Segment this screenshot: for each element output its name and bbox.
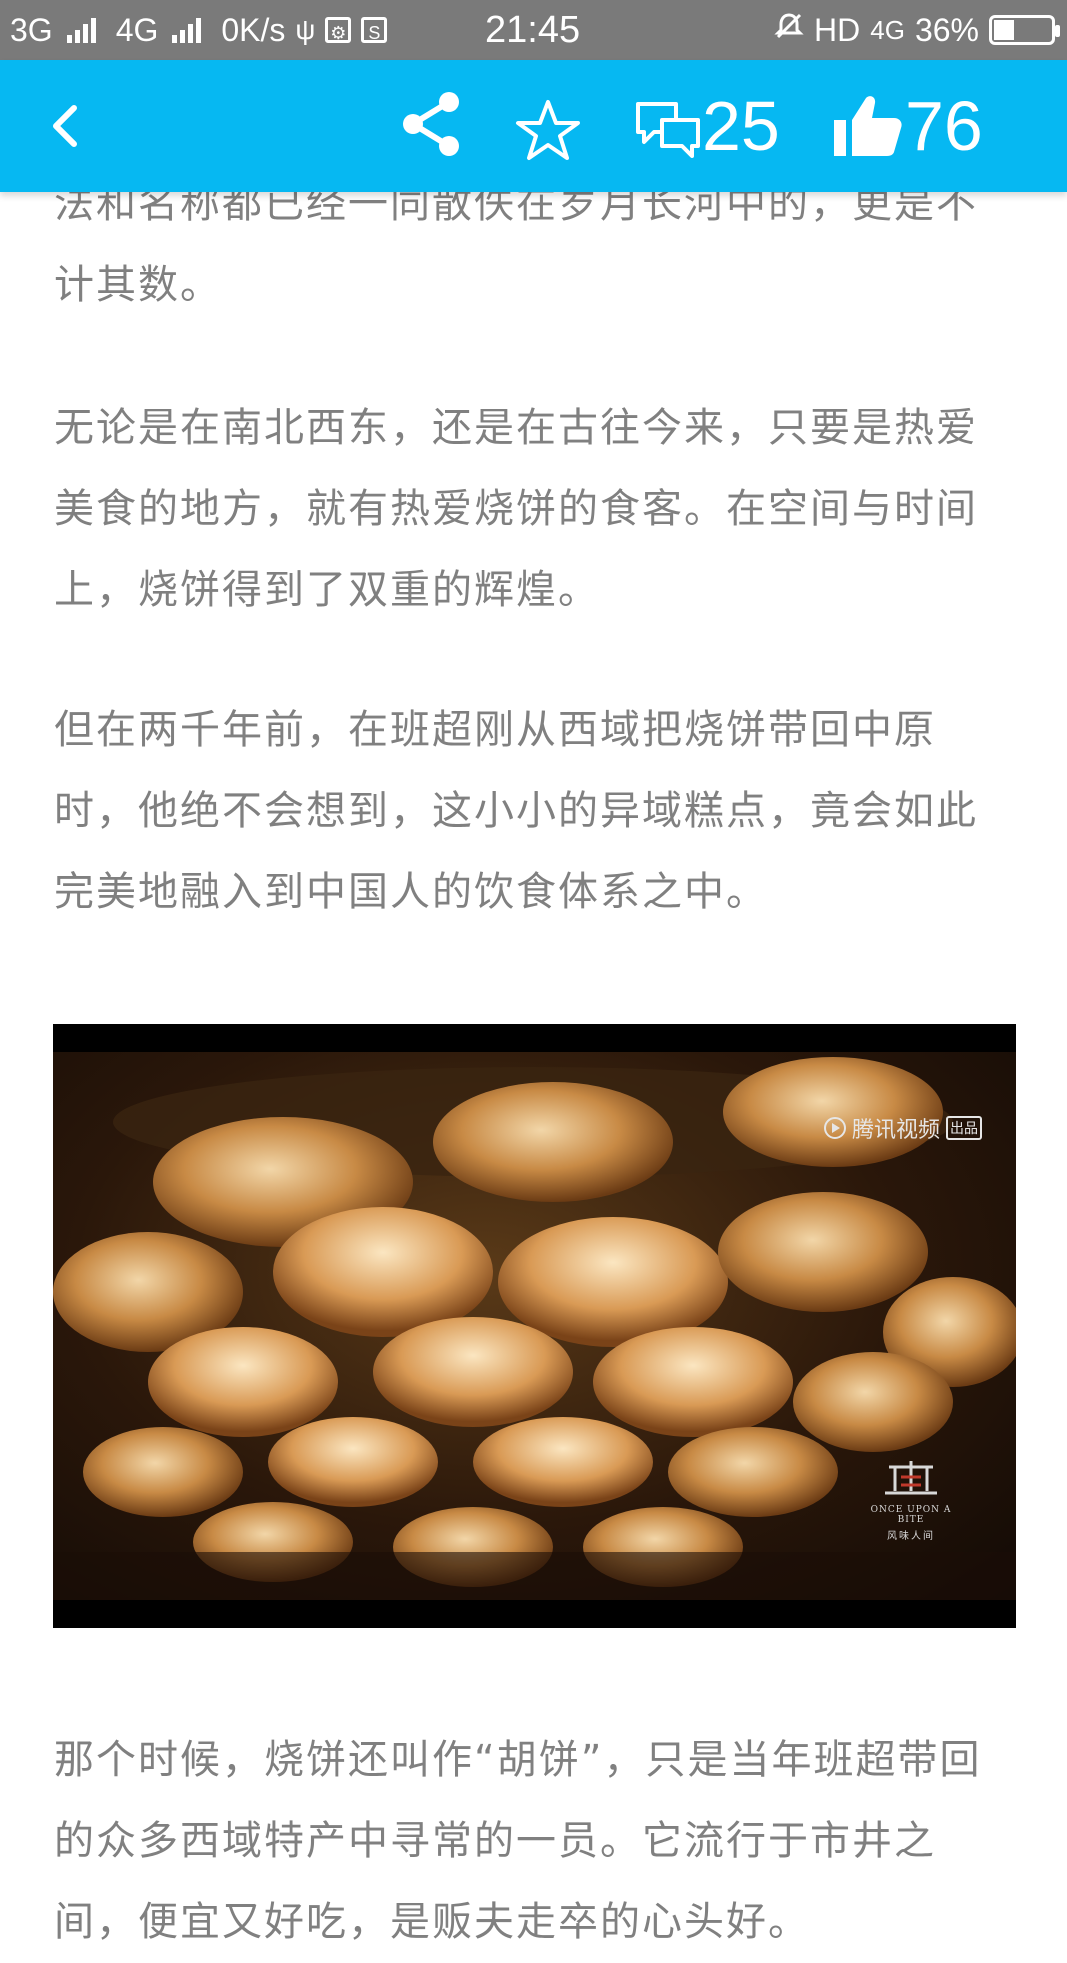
brand-chinese: 风味人间 — [887, 1531, 935, 1542]
video-watermark: 腾讯视频 出品 — [823, 1112, 982, 1144]
brand-emblem-icon — [885, 1461, 937, 1495]
signal-icon — [66, 17, 96, 43]
network-4g-label: 4G — [115, 11, 159, 48]
star-icon[interactable] — [512, 94, 584, 166]
comment-count[interactable]: 25 — [702, 90, 780, 162]
mute-icon — [774, 11, 804, 49]
article-paragraph: 那个时候，烧饼还叫作“胡饼”，只是当年班超带回的众多西域特产中寻常的一员。它流行… — [54, 1737, 982, 1945]
show-brand-logo: ONCE UPON A BITE 风味人间 — [856, 1457, 966, 1542]
watermark-tag: 出品 — [946, 1116, 982, 1140]
battery-icon — [989, 15, 1060, 45]
article-paragraph: 无论是在南北西东，还是在古往今来，只要是热爱美食的地方，就有热爱烧饼的食客。在空… — [54, 405, 978, 613]
status-left: 3G 4G 0K/s ψ ⚙ S — [10, 0, 388, 60]
s-app-icon: S — [361, 17, 388, 43]
share-icon[interactable] — [395, 88, 467, 160]
article-image[interactable]: 腾讯视频 出品 ONCE UPON A BITE 风味人间 — [53, 1024, 1016, 1628]
hd-label: HD — [814, 11, 861, 48]
network-4g-label: 4G — [870, 14, 905, 45]
status-bar: 3G 4G 0K/s ψ ⚙ S 21:45 HD 4G 36% — [0, 0, 1067, 60]
article-paragraph: 但在两千年前，在班超刚从西域把烧饼带回中原时，他绝不会想到，这小小的异域糕点，竟… — [54, 707, 978, 915]
status-time: 21:45 — [485, 8, 581, 51]
status-right: HD 4G 36% — [774, 0, 1060, 60]
thumbs-up-icon[interactable] — [830, 90, 910, 162]
play-icon — [823, 1117, 846, 1139]
signal-icon — [172, 17, 202, 43]
brand-english: ONCE UPON A BITE — [870, 1505, 952, 1525]
network-speed: 0K/s — [221, 11, 286, 48]
watermark-text: 腾讯视频 — [851, 1118, 940, 1143]
comment-icon[interactable] — [632, 94, 704, 166]
flatbread-photo: 腾讯视频 出品 ONCE UPON A BITE 风味人间 — [53, 1052, 1016, 1600]
network-3g-label: 3G — [10, 11, 53, 48]
back-arrow-icon[interactable] — [38, 98, 94, 154]
usb-icon: ψ — [295, 14, 316, 45]
usb-debug-icon: ⚙ — [325, 17, 352, 43]
battery-percent: 36% — [914, 11, 979, 48]
article-toolbar: 25 76 — [0, 60, 1067, 192]
like-count[interactable]: 76 — [905, 90, 983, 162]
